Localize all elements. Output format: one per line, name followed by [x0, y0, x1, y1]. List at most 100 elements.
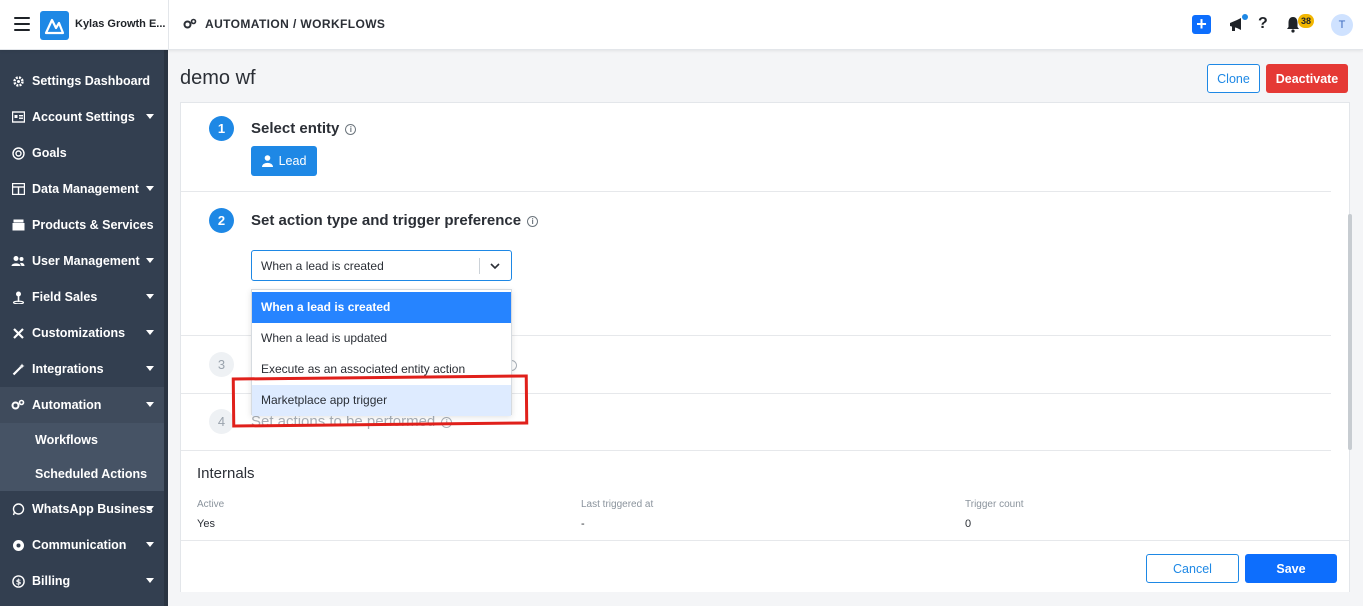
- info-icon[interactable]: i: [527, 216, 539, 227]
- chevron-down-icon: [146, 186, 154, 191]
- step-number: 3: [209, 352, 234, 377]
- chevron-down-icon: [146, 402, 154, 407]
- help-icon[interactable]: ?: [1258, 15, 1268, 33]
- sidebar-scrollbar[interactable]: [164, 50, 168, 606]
- sidebar-item-field-sales[interactable]: Field Sales: [0, 279, 164, 315]
- chevron-down-icon: [146, 330, 154, 335]
- sidebar-item-label: WhatsApp Business: [32, 502, 153, 516]
- gears-icon: [11, 398, 25, 412]
- sidebar-item-account-settings[interactable]: Account Settings: [0, 99, 164, 135]
- step-number: 4: [209, 409, 234, 434]
- tools-icon: [11, 326, 25, 340]
- sidebar-item-label: Billing: [32, 574, 71, 588]
- sidebar-item-label: Field Sales: [32, 290, 98, 304]
- account-icon: [11, 110, 25, 124]
- sidebar-item-label: Data Management: [32, 182, 139, 196]
- sidebar-subitem-scheduled-actions[interactable]: Scheduled Actions: [0, 457, 164, 491]
- sidebar-item-label: Communication: [32, 538, 127, 552]
- chevron-down-icon: [146, 542, 154, 547]
- sidebar-item-label: Settings Dashboard: [32, 74, 151, 88]
- sidebar-subitem-workflows[interactable]: Workflows: [0, 423, 164, 457]
- header-divider: [168, 0, 169, 50]
- notification-badge: 38: [1298, 14, 1314, 28]
- dropdown-option[interactable]: When a lead is created: [252, 292, 511, 323]
- clone-button[interactable]: Clone: [1207, 64, 1260, 93]
- brand-name[interactable]: Kylas Growth E...: [75, 18, 165, 30]
- sidebar-item-label: Goals: [32, 146, 67, 160]
- footer-divider: [181, 540, 1349, 541]
- sidebar-item-user-management[interactable]: User Management: [0, 243, 164, 279]
- trigger-select-value: When a lead is created: [261, 259, 384, 273]
- workflow-card: 1 Select entity i Lead 2 Set action type …: [180, 102, 1350, 592]
- hamburger-menu-icon[interactable]: [14, 17, 30, 31]
- step-divider: [181, 450, 1331, 451]
- internals-title: Internals: [197, 465, 255, 482]
- breadcrumb-text: AUTOMATION / WORKFLOWS: [205, 17, 386, 31]
- announcement-dot: [1242, 14, 1248, 20]
- step-title-text: Set action type and trigger preference: [251, 212, 522, 229]
- trigger-count-value: 0: [965, 518, 972, 530]
- top-bar: Kylas Growth E... AUTOMATION / WORKFLOWS…: [0, 0, 1363, 50]
- dropdown-option[interactable]: When a lead is updated: [252, 323, 511, 354]
- sidebar-item-label: Customizations: [32, 326, 126, 340]
- dollar-icon: $: [11, 574, 25, 588]
- form-footer: Cancel Save: [181, 540, 1349, 592]
- breadcrumb: AUTOMATION / WORKFLOWS: [183, 17, 385, 31]
- sidebar-item-label: Automation: [32, 398, 102, 412]
- quick-add-button[interactable]: +: [1192, 15, 1211, 34]
- last-triggered-value: -: [581, 518, 585, 530]
- select-separator: [479, 258, 480, 274]
- chevron-down-icon: [146, 506, 154, 511]
- users-icon: [11, 254, 25, 268]
- sidebar-item-label: Products & Services: [32, 218, 154, 232]
- trigger-count-label: Trigger count: [965, 499, 1024, 510]
- sidebar-item-label: Account Settings: [32, 110, 135, 124]
- active-value: Yes: [197, 518, 215, 530]
- table-icon: [11, 182, 25, 196]
- sidebar-item-label: User Management: [32, 254, 140, 268]
- save-button[interactable]: Save: [1245, 554, 1337, 583]
- cancel-button[interactable]: Cancel: [1146, 554, 1239, 583]
- last-triggered-label: Last triggered at: [581, 499, 654, 510]
- chevron-down-icon[interactable]: [489, 260, 501, 272]
- whatsapp-icon: [11, 502, 25, 516]
- gears-icon: [183, 18, 197, 29]
- box-icon: [11, 218, 25, 232]
- step-number: 2: [209, 208, 234, 233]
- info-icon[interactable]: i: [345, 124, 357, 135]
- sidebar: Settings Dashboard Account Settings Goal…: [0, 50, 168, 606]
- chevron-down-icon: [146, 114, 154, 119]
- step-divider: [181, 191, 1331, 192]
- trigger-select[interactable]: When a lead is created: [251, 250, 512, 281]
- chevron-down-icon: [146, 366, 154, 371]
- step-title-text: Select entity: [251, 120, 340, 137]
- target-icon: [11, 146, 25, 160]
- svg-text:$: $: [15, 577, 21, 586]
- sidebar-item-data-management[interactable]: Data Management: [0, 171, 164, 207]
- user-icon: [261, 155, 273, 167]
- sidebar-item-billing[interactable]: $ Billing: [0, 563, 164, 599]
- content-scrollbar[interactable]: [1348, 214, 1352, 450]
- deactivate-button[interactable]: Deactivate: [1266, 64, 1348, 93]
- gear-icon: [11, 74, 25, 88]
- sidebar-item-integrations[interactable]: Integrations: [0, 351, 164, 387]
- sidebar-item-communication[interactable]: Communication: [0, 527, 164, 563]
- page-title: demo wf: [180, 67, 256, 89]
- sidebar-item-settings-dashboard[interactable]: Settings Dashboard: [0, 63, 164, 99]
- chevron-down-icon: [146, 294, 154, 299]
- step-title: Set action type and trigger preference i: [251, 212, 539, 229]
- sidebar-item-products-services[interactable]: Products & Services: [0, 207, 164, 243]
- active-label: Active: [197, 499, 225, 510]
- user-avatar[interactable]: T: [1331, 14, 1353, 36]
- step-title: Select entity i: [251, 120, 357, 137]
- sidebar-item-label: Integrations: [32, 362, 104, 376]
- sidebar-item-whatsapp-business[interactable]: WhatsApp Business: [0, 491, 164, 527]
- chat-icon: [11, 538, 25, 552]
- kylas-logo-icon[interactable]: [40, 11, 69, 40]
- sidebar-item-automation[interactable]: Automation: [0, 387, 164, 423]
- sidebar-item-goals[interactable]: Goals: [0, 135, 164, 171]
- step-number: 1: [209, 116, 234, 141]
- chevron-down-icon: [146, 258, 154, 263]
- sidebar-item-customizations[interactable]: Customizations: [0, 315, 164, 351]
- entity-lead-button[interactable]: Lead: [251, 146, 317, 176]
